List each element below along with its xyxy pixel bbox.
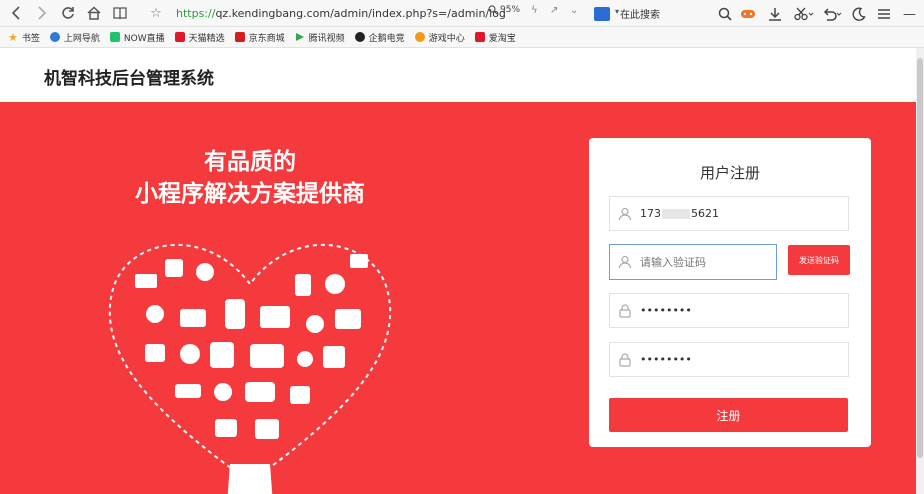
zoom-level: 95% <box>500 5 521 15</box>
bookmark-label: 上网导航 <box>63 33 100 44</box>
phone-value: 173 5621 <box>640 207 719 220</box>
bookmark-label: 书签 <box>21 33 40 44</box>
lock-icon <box>610 294 640 327</box>
phone-mask <box>662 209 690 219</box>
bookmark-label: 企鹅电竞 <box>368 33 405 44</box>
bookmark-item[interactable]: 上网导航 <box>49 31 100 44</box>
user-icon <box>610 197 640 230</box>
register-title: 用户注册 <box>699 164 760 182</box>
tmall-icon <box>174 32 185 42</box>
night-mode-moon-icon[interactable] <box>852 2 866 26</box>
bookmark-item[interactable]: 游戏中心 <box>414 31 465 44</box>
lock-icon <box>610 343 640 376</box>
page-viewport: 机智科技后台管理系统 有品质的 小程序解决方案提供商 用户注册 173 5621… <box>0 48 916 494</box>
bookmark-item[interactable]: 天猫精选 <box>174 31 225 44</box>
password-value: •••••••• <box>640 304 692 317</box>
share-icon[interactable]: ↗ <box>550 5 558 16</box>
menu-icon[interactable] <box>877 2 891 26</box>
forward-icon[interactable] <box>30 1 54 25</box>
phone-prefix: 173 <box>640 207 661 220</box>
chevron-down-icon[interactable]: ⌄ <box>570 5 578 16</box>
bookmark-item[interactable]: 企鹅电竞 <box>354 31 405 44</box>
scrollbar-thumb[interactable] <box>917 58 923 458</box>
bookmark-label: NOW直播 <box>123 33 165 44</box>
video-icon <box>295 32 305 42</box>
bookmark-item[interactable]: ★ 书签 <box>8 31 40 44</box>
penguin-icon <box>354 32 365 42</box>
bookmark-label: 京东商城 <box>248 33 285 44</box>
search-icon[interactable] <box>718 2 732 26</box>
home-icon[interactable] <box>82 1 106 25</box>
send-code-button[interactable]: 发送验证码 <box>788 245 850 275</box>
download-icon[interactable] <box>768 2 782 26</box>
bookmarks-bar: ★ 书签 上网导航 NOW直播 天猫精选 京东商城 腾讯视频 企鹅电竞 游戏中心… <box>0 27 924 48</box>
verification-code-placeholder: 请输入验证码 <box>640 256 706 269</box>
confirm-password-value: •••••••• <box>640 353 692 366</box>
zoom-indicator[interactable]: 95% <box>488 5 520 15</box>
undo-icon[interactable] <box>822 2 842 26</box>
url-scheme: https:// <box>176 7 216 20</box>
browser-toolbar: ☆ https://qz.kendingbang.com/admin/index… <box>0 0 924 27</box>
hero-banner: 有品质的 小程序解决方案提供商 用户注册 173 5621 请输入验证码 发送验… <box>0 102 916 494</box>
slogan-line-2: 小程序解决方案提供商 <box>135 181 365 207</box>
phone-suffix: 5621 <box>691 207 719 220</box>
search-placeholder: 在此搜索 <box>620 10 660 21</box>
star-icon: ★ <box>8 30 18 44</box>
register-button[interactable]: 注册 <box>609 398 848 432</box>
register-card: 用户注册 173 5621 请输入验证码 发送验证码 •••••••• ••••… <box>589 138 871 447</box>
search-engine-icon[interactable] <box>594 6 619 21</box>
shopping-heart-illustration <box>108 243 392 494</box>
password-field[interactable]: •••••••• <box>609 293 849 328</box>
bookmark-item[interactable]: 爱淘宝 <box>474 31 516 44</box>
page-scrollbar[interactable] <box>916 48 924 494</box>
back-icon[interactable] <box>4 1 28 25</box>
site-title: 机智科技后台管理系统 <box>44 69 214 89</box>
taobao-icon <box>474 32 485 42</box>
jd-icon <box>234 32 245 42</box>
verification-code-field[interactable]: 请输入验证码 <box>609 244 777 280</box>
minimize-icon[interactable]: — <box>903 2 916 26</box>
reader-icon[interactable] <box>108 1 132 25</box>
game-controller-icon[interactable] <box>740 2 756 26</box>
bookmark-item[interactable]: NOW直播 <box>109 31 165 44</box>
now-icon <box>109 32 120 42</box>
search-box[interactable]: 在此搜索 <box>594 3 736 24</box>
bookmark-label: 游戏中心 <box>428 33 465 44</box>
slogan-line-1: 有品质的 <box>204 149 296 175</box>
site-header: 机智科技后台管理系统 <box>0 48 916 102</box>
game-icon <box>414 32 425 42</box>
address-bar[interactable]: https://qz.kendingbang.com/admin/index.p… <box>146 3 582 24</box>
bookmark-item[interactable]: 腾讯视频 <box>295 31 345 44</box>
bookmark-label: 天猫精选 <box>188 33 225 44</box>
confirm-password-field[interactable]: •••••••• <box>609 342 849 377</box>
user-icon <box>610 246 640 279</box>
slogan: 有品质的 小程序解决方案提供商 <box>100 146 400 210</box>
bookmark-item[interactable]: 京东商城 <box>234 31 285 44</box>
phone-field[interactable]: 173 5621 <box>609 196 849 231</box>
url-text: qz.kendingbang.com/admin/index.php?s=/ad… <box>215 7 506 20</box>
ie-icon <box>49 32 60 42</box>
lightning-icon[interactable]: ϟ <box>531 5 538 16</box>
screenshot-cut-icon[interactable] <box>794 2 814 26</box>
bookmark-label: 爱淘宝 <box>488 33 516 44</box>
bookmark-label: 腾讯视频 <box>308 33 345 44</box>
reload-icon[interactable] <box>56 1 80 25</box>
